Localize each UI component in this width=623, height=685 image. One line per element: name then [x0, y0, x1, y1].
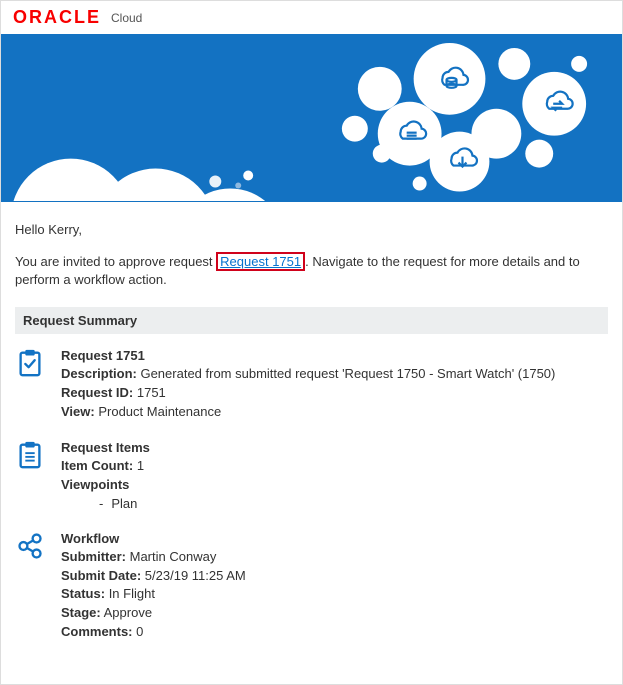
view-value: Product Maintenance	[98, 404, 221, 419]
status-value: In Flight	[109, 586, 155, 601]
submitter-label: Submitter:	[61, 549, 126, 564]
brand-bar: ORACLE Cloud	[1, 1, 622, 34]
stage-label: Stage:	[61, 605, 101, 620]
intro-pre: You are invited to approve request	[15, 254, 216, 269]
list-item: Plan	[99, 495, 608, 513]
workflow-nodes-icon	[15, 531, 49, 642]
clipboard-check-icon	[15, 348, 49, 422]
view-label: View:	[61, 404, 95, 419]
items-title: Request Items	[61, 440, 608, 455]
email-body: Hello Kerry, You are invited to approve …	[1, 202, 622, 684]
hero-banner	[1, 34, 622, 202]
hero-cloud-art	[1, 34, 622, 201]
item-count-label: Item Count:	[61, 458, 133, 473]
workflow-block: Workflow Submitter: Martin Conway Submit…	[15, 531, 608, 642]
viewpoints-list: Plan	[61, 495, 608, 513]
summary-title: Request 1751	[61, 348, 608, 363]
viewpoints-label: Viewpoints	[61, 477, 129, 492]
greeting-text: Hello Kerry,	[15, 222, 608, 237]
comments-label: Comments:	[61, 624, 133, 639]
description-value: Generated from submitted request 'Reques…	[140, 366, 555, 381]
summary-block: Request 1751 Description: Generated from…	[15, 348, 608, 422]
submit-date-value: 5/23/19 11:25 AM	[145, 568, 246, 583]
request-link[interactable]: Request 1751	[216, 252, 305, 271]
clipboard-list-icon	[15, 440, 49, 513]
brand-product: Cloud	[111, 11, 142, 25]
workflow-title: Workflow	[61, 531, 608, 546]
status-label: Status:	[61, 586, 105, 601]
section-title-request-summary: Request Summary	[15, 307, 608, 334]
request-id-value: 1751	[137, 385, 166, 400]
email-page: ORACLE Cloud	[0, 0, 623, 685]
submit-date-label: Submit Date:	[61, 568, 141, 583]
submitter-value: Martin Conway	[130, 549, 217, 564]
oracle-logo: ORACLE	[13, 7, 101, 28]
description-label: Description:	[61, 366, 137, 381]
item-count-value: 1	[137, 458, 144, 473]
intro-line: You are invited to approve request Reque…	[15, 253, 608, 289]
items-block: Request Items Item Count: 1 Viewpoints P…	[15, 440, 608, 513]
request-id-label: Request ID:	[61, 385, 133, 400]
comments-value: 0	[136, 624, 143, 639]
stage-value: Approve	[104, 605, 152, 620]
